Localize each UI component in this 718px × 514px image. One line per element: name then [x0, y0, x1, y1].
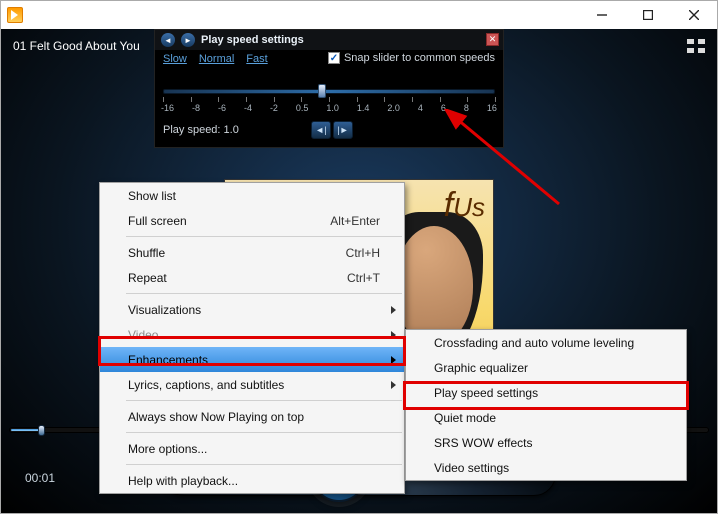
snap-checkbox[interactable]: ✓: [328, 52, 340, 64]
app-window: 01 Felt Good About You fUs ◄ ► Play spee…: [0, 0, 718, 514]
speed-normal-link[interactable]: Normal: [199, 53, 234, 65]
menu-item[interactable]: Help with playback...: [100, 468, 404, 493]
menu-item[interactable]: Show list: [100, 183, 404, 208]
menu-item[interactable]: Visualizations: [100, 297, 404, 322]
submenu-item[interactable]: Graphic equalizer: [406, 355, 686, 380]
menu-item[interactable]: Lyrics, captions, and subtitles: [100, 372, 404, 397]
switch-to-library-button[interactable]: [687, 39, 705, 53]
panel-prev-button[interactable]: ◄: [161, 33, 175, 47]
maximize-button[interactable]: [625, 1, 671, 29]
menu-item[interactable]: Video: [100, 322, 404, 347]
speed-tick-labels: -16-8-6-4-20.51.01.42.046816: [161, 103, 497, 113]
minimize-button[interactable]: [579, 1, 625, 29]
speed-readout-label: Play speed:: [163, 124, 220, 136]
speed-slider-thumb[interactable]: [318, 84, 326, 98]
panel-close-button[interactable]: ✕: [486, 33, 499, 46]
speed-step-fwd-button[interactable]: |►: [333, 121, 353, 139]
titlebar: [1, 1, 717, 29]
submenu-item[interactable]: Video settings: [406, 455, 686, 480]
panel-next-button[interactable]: ►: [181, 33, 195, 47]
menu-item[interactable]: Enhancements: [100, 347, 404, 372]
submenu-item[interactable]: SRS WOW effects: [406, 430, 686, 455]
player-area: 01 Felt Good About You fUs ◄ ► Play spee…: [1, 29, 717, 513]
speed-fast-link[interactable]: Fast: [246, 53, 267, 65]
play-speed-panel: ◄ ► Play speed settings ✕ Slow Normal Fa…: [154, 29, 504, 148]
snap-label: Snap slider to common speeds: [344, 52, 495, 64]
menu-item[interactable]: Always show Now Playing on top: [100, 404, 404, 429]
submenu-item[interactable]: Crossfading and auto volume leveling: [406, 330, 686, 355]
menu-item[interactable]: RepeatCtrl+T: [100, 265, 404, 290]
submenu-item[interactable]: Play speed settings: [406, 380, 686, 405]
enhancements-submenu: Crossfading and auto volume levelingGrap…: [405, 329, 687, 481]
menu-item[interactable]: More options...: [100, 436, 404, 461]
submenu-item[interactable]: Quiet mode: [406, 405, 686, 430]
context-menu: Show listFull screenAlt+Enter ShuffleCtrl…: [99, 182, 405, 494]
app-icon: [7, 7, 23, 23]
menu-item[interactable]: ShuffleCtrl+H: [100, 240, 404, 265]
speed-slow-link[interactable]: Slow: [163, 53, 187, 65]
menu-item[interactable]: Full screenAlt+Enter: [100, 208, 404, 233]
speed-slider[interactable]: [163, 83, 495, 101]
close-button[interactable]: [671, 1, 717, 29]
track-title: 01 Felt Good About You: [13, 39, 140, 53]
speed-step-back-button[interactable]: ◄|: [311, 121, 331, 139]
speed-readout-value: 1.0: [224, 124, 239, 136]
panel-title: Play speed settings: [201, 34, 304, 46]
seek-thumb[interactable]: [38, 425, 45, 436]
